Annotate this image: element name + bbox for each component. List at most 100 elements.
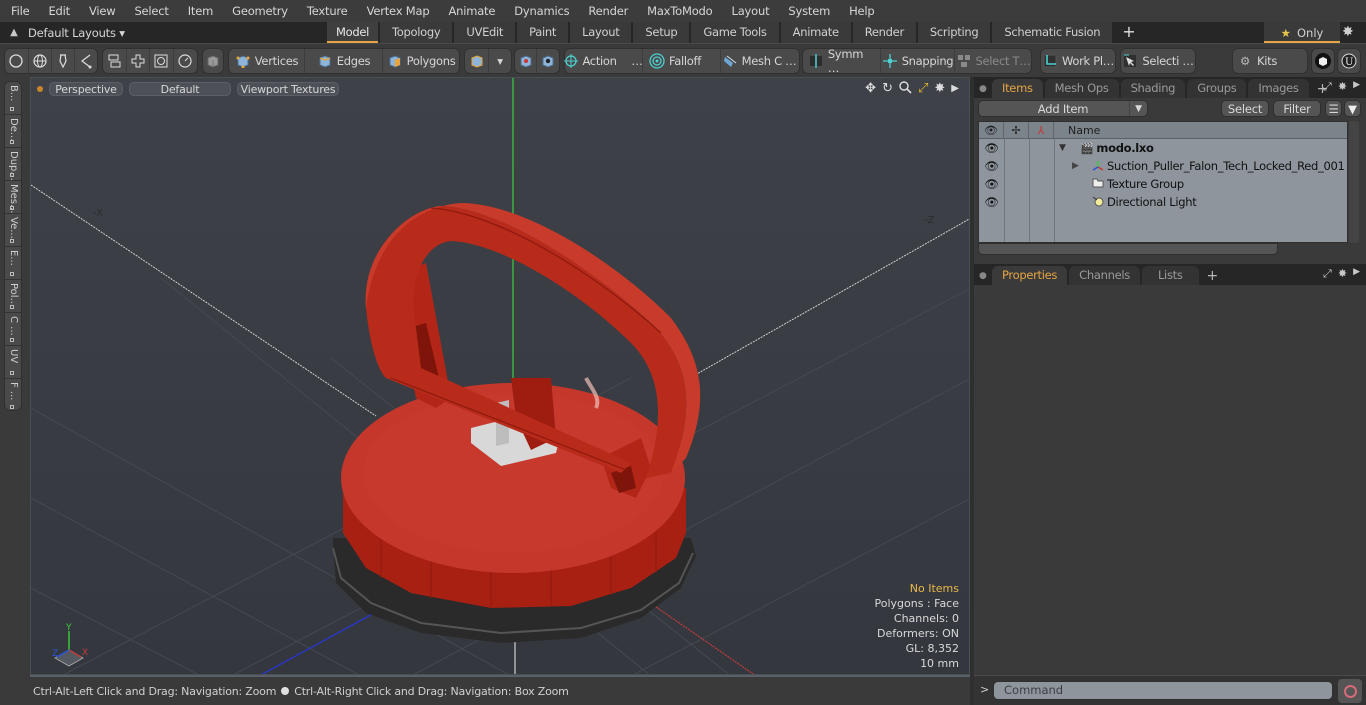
- tab-images[interactable]: Images: [1248, 79, 1309, 98]
- maximize-viewport-icon[interactable]: ⤢: [918, 81, 928, 98]
- menu-system[interactable]: System: [777, 4, 838, 18]
- tool-tab-basic[interactable]: B...: [5, 82, 21, 115]
- select-through-button[interactable]: Select T…: [955, 49, 1031, 73]
- pivot-move-icon[interactable]: [537, 49, 559, 73]
- gear-icon[interactable]: ✸: [1342, 24, 1354, 40]
- panel-arrow-icon[interactable]: ▶: [1353, 267, 1360, 281]
- pan-icon[interactable]: ✥: [865, 81, 876, 98]
- zoom-icon[interactable]: [899, 81, 912, 98]
- panel-gear-icon[interactable]: ✸: [1338, 267, 1347, 281]
- tab-properties[interactable]: Properties: [992, 266, 1068, 285]
- item-mode-cube-icon[interactable]: [203, 49, 223, 73]
- panel-menu-dot-icon[interactable]: ●: [974, 80, 992, 98]
- default-layouts-dropdown[interactable]: Default Layouts ▾: [28, 26, 318, 40]
- snapping-button[interactable]: Snapping: [881, 49, 955, 73]
- record-macro-button[interactable]: [1338, 679, 1362, 703]
- menu-view[interactable]: View: [78, 4, 124, 18]
- falloff-button[interactable]: Falloff: [643, 49, 721, 73]
- tree-row-texture-group[interactable]: 👁 Texture Group: [979, 175, 1347, 193]
- view-mode-dropdown[interactable]: Perspective: [49, 82, 123, 96]
- tool-tab-duplicate[interactable]: Dup...: [5, 148, 21, 181]
- lock-column-icon[interactable]: ✢: [1004, 122, 1029, 138]
- name-column-header[interactable]: Name: [1054, 124, 1100, 137]
- lasso-tool-icon[interactable]: [75, 49, 98, 73]
- tool-tab-edge[interactable]: E...: [5, 247, 21, 280]
- menu-file[interactable]: File: [0, 4, 37, 18]
- panel-arrow-icon[interactable]: ▶: [1353, 80, 1360, 94]
- globe-icon[interactable]: [29, 49, 52, 73]
- viewport-menu-dot[interactable]: [37, 86, 43, 92]
- tab-render[interactable]: Render: [852, 22, 918, 43]
- tool-tab-fusion[interactable]: F ...: [5, 379, 21, 410]
- menu-select[interactable]: Select: [123, 4, 176, 18]
- menu-animate[interactable]: Animate: [437, 4, 503, 18]
- tool-tab-curve[interactable]: C ...: [5, 313, 21, 346]
- pivot-center-icon[interactable]: [515, 49, 537, 73]
- tab-uvedit[interactable]: UVEdit: [454, 22, 518, 43]
- funnel-filter-icon[interactable]: ▼: [1344, 100, 1361, 117]
- add-item-dropdown-icon[interactable]: ▼: [1129, 101, 1147, 116]
- visibility-eye-icon[interactable]: 👁: [979, 177, 1004, 191]
- tab-lists[interactable]: Lists: [1141, 266, 1199, 285]
- select-button[interactable]: Select: [1221, 100, 1269, 117]
- menu-help[interactable]: Help: [838, 4, 882, 18]
- menu-dynamics[interactable]: Dynamics: [503, 4, 577, 18]
- tab-paint[interactable]: Paint: [517, 22, 571, 43]
- tab-animate[interactable]: Animate: [780, 22, 853, 43]
- visibility-column-eye-icon[interactable]: 👁: [979, 122, 1004, 138]
- menu-render[interactable]: Render: [577, 4, 636, 18]
- action-center-button[interactable]: Action …: [564, 49, 643, 73]
- circle-select-icon[interactable]: [5, 49, 29, 73]
- tool-tab-uv[interactable]: UV: [5, 346, 21, 379]
- only-toggle[interactable]: ★ Only: [1264, 22, 1340, 43]
- kits-button[interactable]: ⚙ Kits: [1233, 49, 1307, 73]
- tab-groups[interactable]: Groups: [1187, 79, 1247, 98]
- collapse-up-icon[interactable]: ▲: [0, 27, 28, 38]
- add-item-button[interactable]: Add Item ▼: [978, 100, 1148, 117]
- rotate-icon[interactable]: ↻: [882, 81, 893, 98]
- tree-row-mesh[interactable]: 👁 ▶ Suction_Puller_Falon_Tech_Locked_Red…: [979, 157, 1347, 175]
- tool-tab-deform[interactable]: De...: [5, 115, 21, 148]
- list-options-icon[interactable]: ☰: [1325, 100, 1342, 117]
- symmetry-button[interactable]: Symm …: [803, 47, 881, 75]
- mesh-constraint-button[interactable]: Mesh C …: [721, 49, 797, 73]
- viewport-expand-arrow-icon[interactable]: ▶: [951, 81, 959, 98]
- modo-cube-icon[interactable]: [1312, 49, 1334, 73]
- tab-scripting[interactable]: Scripting: [917, 22, 993, 43]
- menu-geometry[interactable]: Geometry: [221, 4, 296, 18]
- menu-texture[interactable]: Texture: [296, 4, 356, 18]
- tab-model[interactable]: Model: [327, 22, 380, 43]
- visibility-eye-icon[interactable]: 👁: [979, 141, 1004, 155]
- tab-schematic-fusion[interactable]: Schematic Fusion: [992, 22, 1115, 43]
- filter-button[interactable]: Filter: [1273, 100, 1321, 117]
- tab-setup[interactable]: Setup: [633, 22, 692, 43]
- item-tree-vertical-scrollbar[interactable]: [1349, 121, 1359, 243]
- add-panel-tab-button[interactable]: +: [1201, 267, 1225, 285]
- shading-mode-dropdown[interactable]: Default: [129, 82, 231, 96]
- menu-item[interactable]: Item: [177, 4, 221, 18]
- frame-icon[interactable]: [150, 49, 174, 73]
- uv-unwrap-icon[interactable]: [127, 49, 150, 73]
- menu-maxtomodo[interactable]: MaxToModo: [636, 4, 720, 18]
- type-column-locator-icon[interactable]: ⅄: [1029, 122, 1054, 138]
- tab-items[interactable]: Items: [992, 79, 1043, 98]
- menu-layout[interactable]: Layout: [721, 4, 778, 18]
- tab-topology[interactable]: Topology: [380, 22, 455, 43]
- dial-icon[interactable]: [174, 49, 197, 73]
- edges-mode-button[interactable]: Edges: [305, 49, 383, 73]
- viewport-gear-icon[interactable]: ✸: [934, 81, 945, 98]
- tree-row-scene[interactable]: 👁 ▼ 🎬 modo.lxo: [979, 139, 1347, 157]
- tool-tab-vertex[interactable]: Ve...: [5, 214, 21, 247]
- menu-edit[interactable]: Edit: [37, 4, 77, 18]
- 3d-viewport[interactable]: -X -Z Perspective Default Viewport Textu…: [30, 77, 970, 675]
- add-tab-button[interactable]: +: [1114, 22, 1143, 43]
- tab-game-tools[interactable]: Game Tools: [691, 22, 781, 43]
- panel-gear-icon[interactable]: ✸: [1338, 80, 1347, 94]
- item-tree-horizontal-scrollbar[interactable]: [978, 243, 1278, 255]
- mode-dropdown-chevron-icon[interactable]: ▾: [489, 49, 511, 73]
- menu-vertex-map[interactable]: Vertex Map: [356, 4, 438, 18]
- align-icon[interactable]: [103, 49, 127, 73]
- tab-channels[interactable]: Channels: [1069, 266, 1140, 285]
- tab-shading[interactable]: Shading: [1120, 79, 1186, 98]
- tab-layout[interactable]: Layout: [570, 22, 634, 43]
